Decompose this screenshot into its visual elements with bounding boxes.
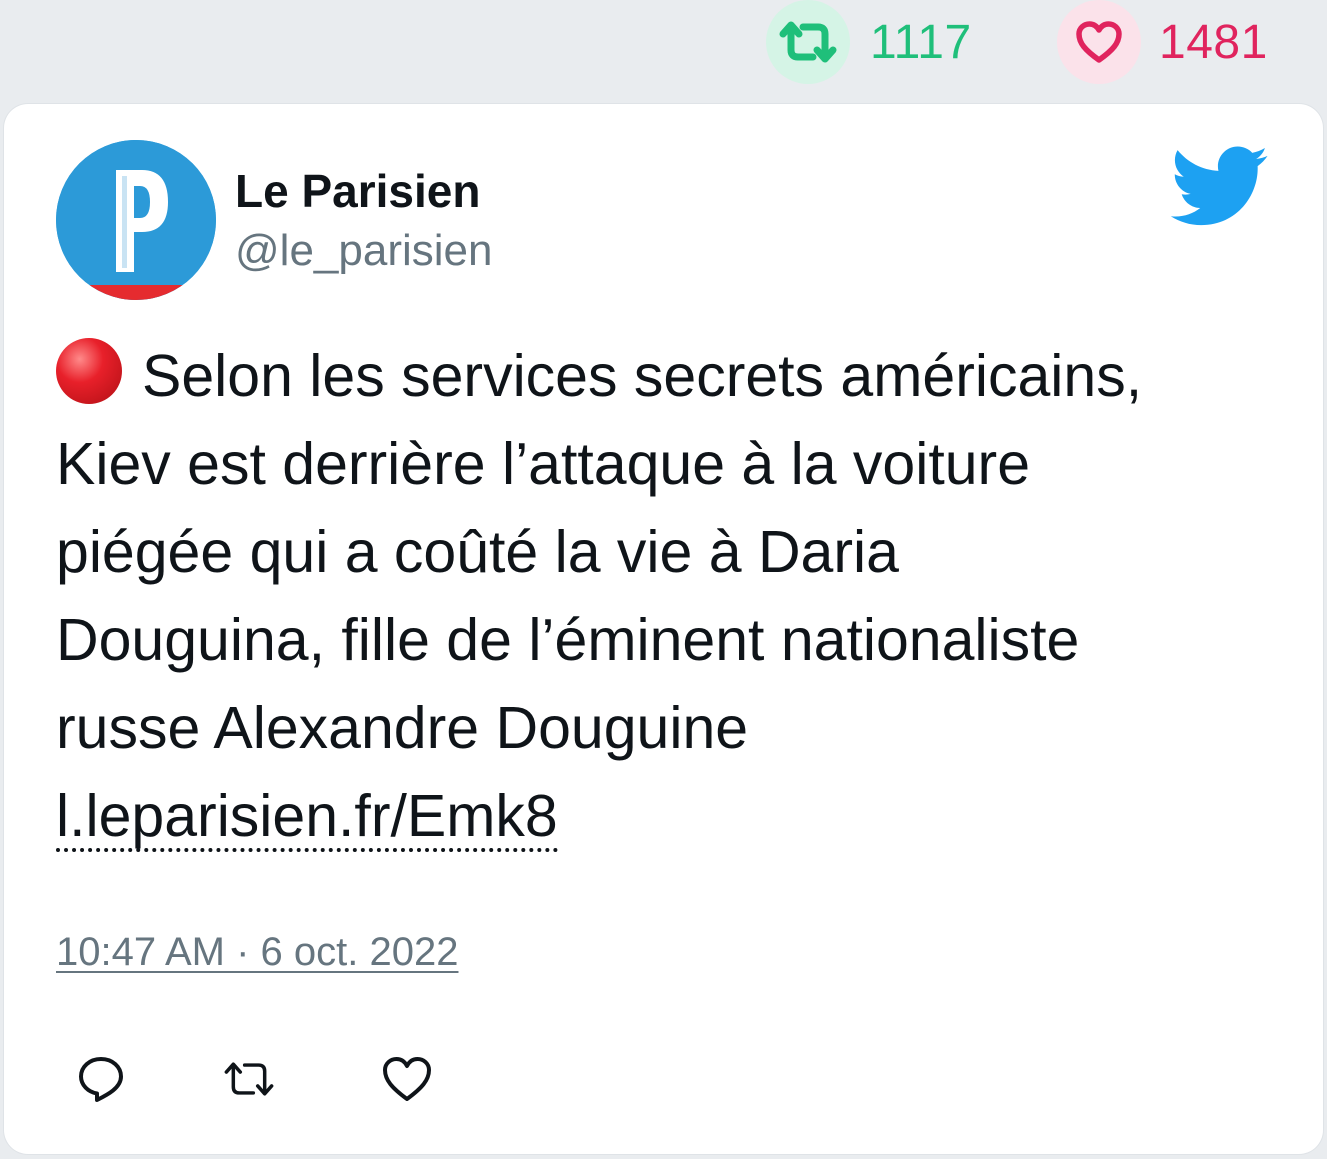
stats-bar: 1117 1481 (0, 0, 1327, 100)
tweet-line-4: Douguina, fille de l’éminent nationalist… (56, 607, 1080, 673)
retweet-button[interactable] (222, 1052, 276, 1106)
avatar[interactable] (56, 140, 216, 300)
le-parisien-logo (56, 140, 216, 300)
reply-icon (79, 1057, 123, 1102)
tweet-line-text: Selon les services secrets américains, (142, 343, 1143, 409)
tweet-card: Le Parisien @le_parisien Selon les servi… (4, 104, 1323, 1154)
like-button[interactable] (380, 1052, 434, 1106)
tweet-line-1: Selon les services secrets américains, (56, 332, 1296, 420)
reply-button[interactable] (74, 1052, 128, 1106)
like-count: 1481 (1159, 15, 1268, 69)
tweet-link-line: l.leparisien.fr/Emk8 (56, 772, 1296, 860)
tweet-link[interactable]: l.leparisien.fr/Emk8 (56, 787, 558, 852)
retweet-stat[interactable]: 1117 (766, 0, 972, 84)
tweet-line-5: russe Alexandre Douguine (56, 695, 749, 761)
tweet-line-3: piégée qui a coûté la vie à Daria (56, 519, 899, 585)
author-handle[interactable]: @le_parisien (235, 226, 492, 276)
like-stat[interactable]: 1481 (1057, 0, 1268, 84)
like-stat-circle[interactable] (1057, 0, 1141, 84)
tweet-text: Selon les services secrets américains, K… (56, 332, 1296, 860)
retweet-stat-circle[interactable] (766, 0, 850, 84)
author-name[interactable]: Le Parisien (235, 164, 480, 218)
twitter-bird-icon[interactable] (1170, 146, 1270, 228)
heart-icon (383, 1057, 431, 1101)
retweet-icon (224, 1062, 274, 1096)
red-circle-icon (56, 338, 122, 404)
heart-icon (1076, 21, 1122, 63)
tweet-timestamp[interactable]: 10:47 AM · 6 oct. 2022 (56, 930, 458, 975)
retweet-icon (779, 21, 837, 63)
tweet-line-2: Kiev est derrière l’attaque à la voiture (56, 431, 1031, 497)
retweet-count: 1117 (870, 15, 972, 69)
